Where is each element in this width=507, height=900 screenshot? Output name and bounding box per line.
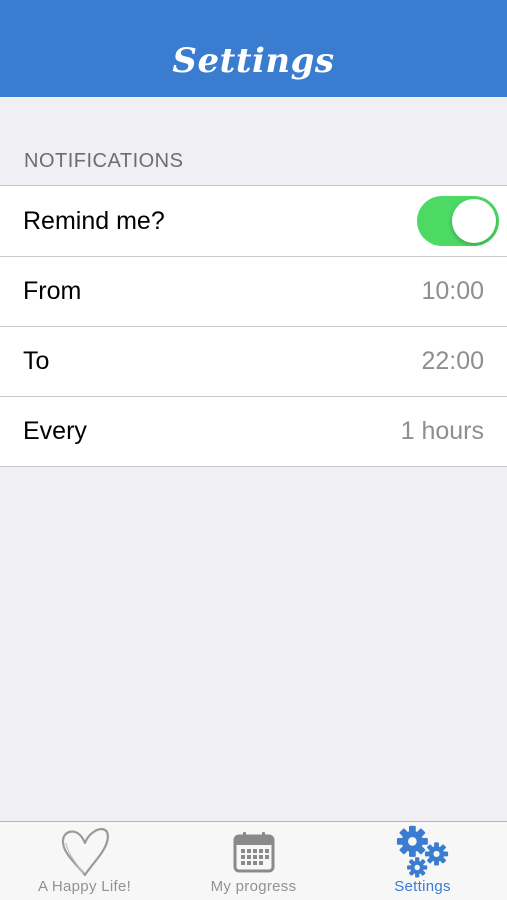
remind-me-label: Remind me? — [23, 206, 165, 235]
toggle-knob — [452, 199, 496, 243]
calendar-icon — [226, 824, 282, 880]
every-label: Every — [23, 416, 87, 445]
notifications-section-header: NOTIFICATIONS — [24, 150, 184, 172]
tab-label: Settings — [394, 878, 451, 895]
tab-bar: A Happy Life! My progress Settings — [0, 821, 507, 900]
heart-icon — [57, 824, 113, 880]
from-label: From — [23, 276, 82, 305]
tab-my-progress[interactable]: My progress — [169, 822, 338, 900]
every-value: 1 hours — [400, 416, 484, 445]
tab-a-happy-life[interactable]: A Happy Life! — [0, 822, 169, 900]
to-value: 22:00 — [421, 346, 484, 375]
remind-me-toggle[interactable] — [417, 196, 499, 246]
from-row[interactable]: From 10:00 — [0, 256, 507, 326]
tab-settings[interactable]: Settings — [338, 822, 507, 900]
app-screen: Settings NOTIFICATIONS Remind me? From 1… — [0, 0, 507, 900]
to-label: To — [23, 346, 50, 375]
notifications-group: Remind me? From 10:00 To 22:00 Every 1 h… — [0, 185, 507, 467]
tab-label: A Happy Life! — [37, 878, 132, 895]
navigation-bar: Settings — [0, 0, 507, 97]
page-title: Settings — [172, 40, 335, 81]
tab-label: My progress — [210, 878, 297, 895]
to-row[interactable]: To 22:00 — [0, 326, 507, 396]
remind-me-row: Remind me? — [0, 186, 507, 256]
every-row[interactable]: Every 1 hours — [0, 396, 507, 466]
gears-icon — [395, 824, 451, 880]
from-value: 10:00 — [421, 276, 484, 305]
